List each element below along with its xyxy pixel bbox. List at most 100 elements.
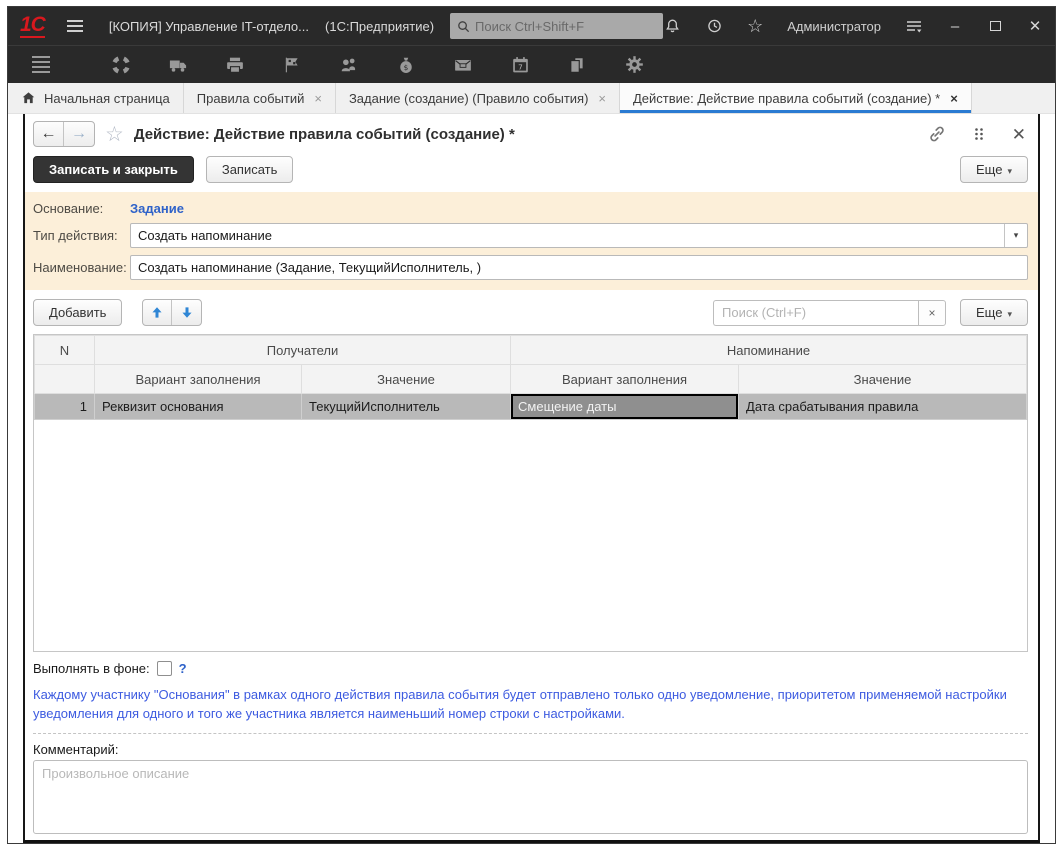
arrow-down-icon [180,305,194,320]
calendar-icon[interactable]: 7 [509,54,531,76]
app-window: 1С [КОПИЯ] Управление IT-отдело... (1С:П… [7,6,1056,844]
notification-hint-text: Каждому участнику "Основания" в рамках о… [25,676,1038,724]
tab-task-create[interactable]: Задание (создание) (Правило события) × [336,83,620,113]
name-label: Наименование: [33,260,130,275]
1c-logo-icon: 1С [20,14,45,38]
svg-text:7: 7 [518,62,523,71]
tab-label: Правила событий [197,91,305,106]
nav-forward-button[interactable]: → [64,122,94,146]
cell-reminder-value[interactable]: Дата срабатывания правила [739,394,1027,420]
col-header-fill-variant: Вариант заполнения [95,365,302,394]
search-icon [456,19,471,34]
recipients-table: N Получатели Напоминание Вариант заполне… [34,335,1027,420]
chevron-down-icon: ▾ [1007,166,1012,176]
cell-row-number[interactable]: 1 [35,394,95,420]
form-close-icon[interactable]: ✕ [1012,126,1026,143]
base-label: Основание: [33,201,130,216]
tab-close-icon[interactable]: × [598,91,606,106]
chevron-down-icon: ▾ [1014,230,1019,241]
money-bag-icon[interactable]: $ [395,54,417,76]
tab-label: Задание (создание) (Правило события) [349,91,588,106]
cell-reminder-variant-active[interactable]: Смещение даты [511,394,739,420]
name-input[interactable] [130,255,1028,280]
col-group-recipients: Получатели [95,336,511,365]
tab-event-rules[interactable]: Правила событий × [184,83,336,113]
history-icon[interactable] [705,17,723,35]
action-type-dropdown-button[interactable]: ▾ [1004,224,1027,247]
comment-label: Комментарий: [25,734,1038,760]
form-more-icon[interactable] [970,125,988,143]
add-row-button[interactable]: Добавить [33,299,122,326]
tab-action-create[interactable]: Действие: Действие правила событий (созд… [620,83,972,113]
save-and-close-button[interactable]: Записать и закрыть [33,156,194,183]
form-more-button[interactable]: Еще▾ [960,156,1028,183]
help-question-link[interactable]: ? [179,661,187,676]
run-in-background-label: Выполнять в фоне: [33,661,150,676]
tab-home[interactable]: Начальная страница [8,83,184,113]
current-user-label[interactable]: Администратор [787,19,881,34]
maximize-button[interactable] [987,19,1003,34]
tab-label: Начальная страница [44,91,170,106]
title-bar: 1С [КОПИЯ] Управление IT-отдело... (1С:П… [8,7,1055,45]
service-menu-icon[interactable] [905,17,923,35]
sections-menu-icon[interactable] [32,56,50,73]
printer-icon[interactable] [224,54,246,76]
global-search-input[interactable] [475,19,657,34]
life-ring-icon[interactable] [110,54,132,76]
form-title: Действие: Действие правила событий (созд… [134,126,515,143]
sections-ribbon: $ 7 [8,45,1055,83]
users-icon[interactable] [338,54,360,76]
base-value-link[interactable]: Задание [130,201,184,216]
global-search-box[interactable] [450,13,663,39]
form-command-bar: Записать и закрыть Записать Еще▾ [25,153,1038,192]
tab-close-icon[interactable]: × [950,91,958,106]
truck-icon[interactable] [167,54,189,76]
col-header-n: N [35,336,95,365]
form-header: ← → ☆ Действие: Действие правила событий… [25,114,1038,153]
tab-label: Действие: Действие правила событий (созд… [633,91,940,106]
minimize-button[interactable]: – [947,19,963,34]
col-group-reminder: Напоминание [511,336,1027,365]
workspace: ← → ☆ Действие: Действие правила событий… [8,114,1055,843]
comment-textarea[interactable] [33,760,1028,834]
grid-toolbar: Добавить × Еще▾ [25,290,1038,334]
finish-flags-icon[interactable] [281,54,303,76]
favorites-star-icon[interactable]: ☆ [747,17,763,35]
grid-empty-area[interactable] [34,420,1027,651]
svg-text:$: $ [404,62,409,71]
platform-label: (1С:Предприятие) [325,19,434,34]
cell-recipients-variant[interactable]: Реквизит основания [95,394,302,420]
arrow-up-icon [150,305,164,320]
col-header-n-spacer [35,365,95,394]
tab-close-icon[interactable]: × [314,91,322,106]
form-fields-panel: Основание: Задание Тип действия: ▾ Наиме… [25,192,1038,290]
recipients-grid: N Получатели Напоминание Вариант заполне… [33,334,1028,652]
grid-search-input[interactable] [713,300,918,326]
move-row-down-button[interactable] [172,300,201,325]
action-type-input[interactable] [131,224,1004,247]
main-menu-icon[interactable] [67,20,83,32]
cell-recipients-value[interactable]: ТекущийИсполнитель [302,394,511,420]
nav-back-button[interactable]: ← [34,122,64,146]
gear-icon[interactable] [623,54,645,76]
action-type-combo: ▾ [130,223,1028,248]
move-row-up-button[interactable] [143,300,172,325]
close-window-button[interactable]: ✕ [1027,19,1043,34]
save-button[interactable]: Записать [206,156,294,183]
add-to-favorites-icon[interactable]: ☆ [105,124,124,145]
col-header-fill-variant: Вариант заполнения [511,365,739,394]
action-type-label: Тип действия: [33,228,130,243]
documents-icon[interactable] [566,54,588,76]
action-form: ← → ☆ Действие: Действие правила событий… [23,114,1040,843]
window-title: [КОПИЯ] Управление IT-отдело... [109,19,309,34]
clear-search-button[interactable]: × [918,300,946,326]
col-header-value: Значение [302,365,511,394]
mail-icon[interactable] [452,54,474,76]
grid-search-box: × [713,300,946,326]
run-in-background-checkbox[interactable] [157,661,172,676]
chevron-down-icon: ▾ [1007,309,1012,319]
notifications-bell-icon[interactable] [663,17,681,35]
grid-more-button[interactable]: Еще▾ [960,299,1028,326]
home-icon [21,91,36,105]
get-link-icon[interactable] [928,125,946,143]
